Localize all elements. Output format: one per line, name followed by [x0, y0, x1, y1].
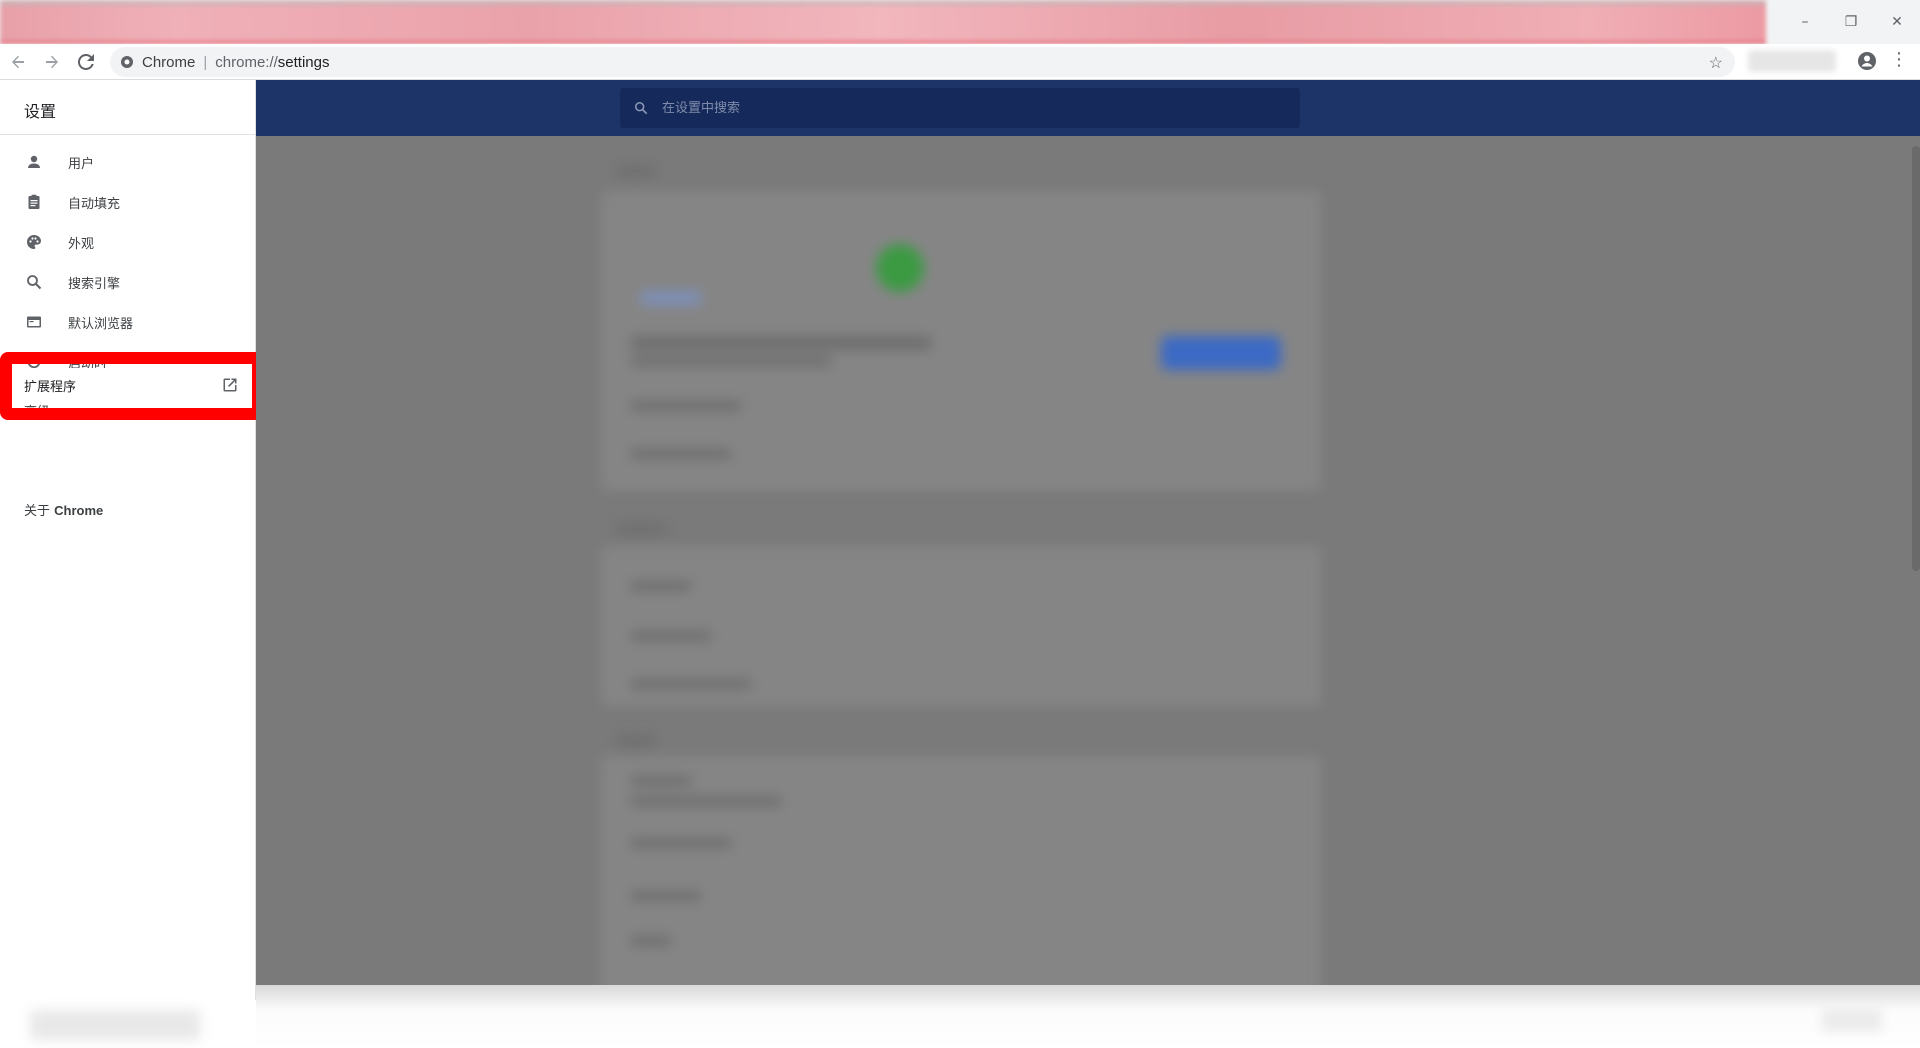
title-bar: – ❐ ✕ [0, 0, 1920, 44]
bottom-shelf [256, 985, 1920, 1048]
blurred-avatar [876, 244, 924, 292]
close-button[interactable]: ✕ [1874, 0, 1920, 44]
reload-button[interactable] [70, 46, 102, 78]
blurred-text [641, 291, 701, 305]
search-icon [634, 101, 648, 115]
blurred-text [631, 336, 931, 350]
palette-icon [24, 232, 44, 252]
extension-area[interactable] [1748, 50, 1836, 72]
window-controls: – ❐ ✕ [1782, 0, 1920, 44]
blurred-text [631, 776, 691, 786]
sidebar-item-people[interactable]: 用户 [0, 142, 256, 182]
back-button[interactable] [2, 46, 34, 78]
restore-button[interactable]: ❐ [1828, 0, 1874, 44]
blurred-text [631, 891, 701, 901]
site-name: Chrome [142, 53, 196, 71]
reload-icon [78, 53, 94, 70]
bookmark-star-icon[interactable]: ☆ [1709, 53, 1723, 73]
arrow-right-icon [46, 55, 58, 68]
blurred-section-heading [616, 736, 656, 746]
sidebar-item-label: 用户 [68, 156, 95, 172]
sidebar-item-label: 自动填充 [68, 196, 121, 212]
browser-window-icon [24, 312, 44, 332]
settings-search-box[interactable] [620, 88, 1300, 128]
clipboard-icon [24, 192, 44, 212]
minimize-button[interactable]: – [1782, 0, 1828, 44]
settings-search-input[interactable] [662, 100, 1262, 116]
blurred-text [631, 936, 671, 946]
browser-toolbar: Chrome | chrome://settings ☆ [0, 44, 1920, 80]
sidebar-item-label: 默认浏览器 [68, 316, 134, 332]
blurred-text [631, 796, 781, 806]
blurred-section-heading [616, 166, 656, 176]
blurred-section-heading [616, 524, 666, 534]
open-in-new-icon [223, 378, 237, 392]
blurred-card [601, 546, 1321, 706]
person-icon [24, 152, 44, 172]
arrow-left-icon [12, 55, 24, 68]
sidebar-item-default-browser[interactable]: 默认浏览器 [0, 302, 256, 342]
sidebar-item-label: 外观 [68, 236, 95, 252]
blurred-content [256, 136, 1920, 1000]
sidebar-item-label: 搜索引擎 [68, 276, 121, 292]
url-scheme: chrome:// [215, 53, 278, 71]
tab-strip[interactable] [0, 0, 1766, 44]
sidebar-footer [30, 1010, 200, 1040]
blurred-text [631, 401, 741, 411]
blurred-text [631, 449, 731, 459]
chrome-site-icon [121, 56, 133, 68]
blurred-text [631, 679, 751, 689]
search-icon [24, 272, 44, 292]
page-title: 设置 [24, 102, 57, 121]
sidebar-item-extensions[interactable]: 扩展程序 [16, 368, 246, 402]
omnibox-separator: | [203, 53, 208, 71]
blurred-text [631, 631, 711, 641]
sidebar-item-appearance[interactable]: 外观 [0, 222, 256, 262]
main-scrollbar[interactable] [1912, 146, 1920, 571]
blurred-button [1161, 336, 1281, 370]
extensions-label: 扩展程序 [24, 379, 77, 395]
chrome-menu-icon[interactable]: ⋮ [1890, 50, 1908, 72]
settings-sidebar: 设置 用户 自动填充 外观 搜索引擎 默认浏览器 启动时 高级 关于 Chrom… [0, 80, 256, 1000]
sidebar-item-search-engine[interactable]: 搜索引擎 [0, 262, 256, 302]
sidebar-divider [0, 134, 256, 135]
about-prefix: 关于 [24, 504, 55, 519]
blurred-text [631, 581, 691, 591]
blurred-card [601, 756, 1321, 1000]
about-product-name: Chrome [54, 503, 104, 518]
sidebar-item-autofill[interactable]: 自动填充 [0, 182, 256, 222]
address-bar[interactable]: Chrome | chrome://settings ☆ [110, 47, 1735, 77]
blurred-text [631, 356, 831, 366]
blurred-text [631, 838, 731, 848]
settings-main-blurred [256, 136, 1920, 1000]
url-host: settings [277, 53, 330, 71]
forward-button[interactable] [36, 46, 68, 78]
bottom-shelf-action [1822, 1008, 1882, 1032]
sidebar-item-about-chrome[interactable]: 关于 Chrome [24, 500, 103, 519]
profile-avatar-icon[interactable] [1856, 50, 1878, 72]
